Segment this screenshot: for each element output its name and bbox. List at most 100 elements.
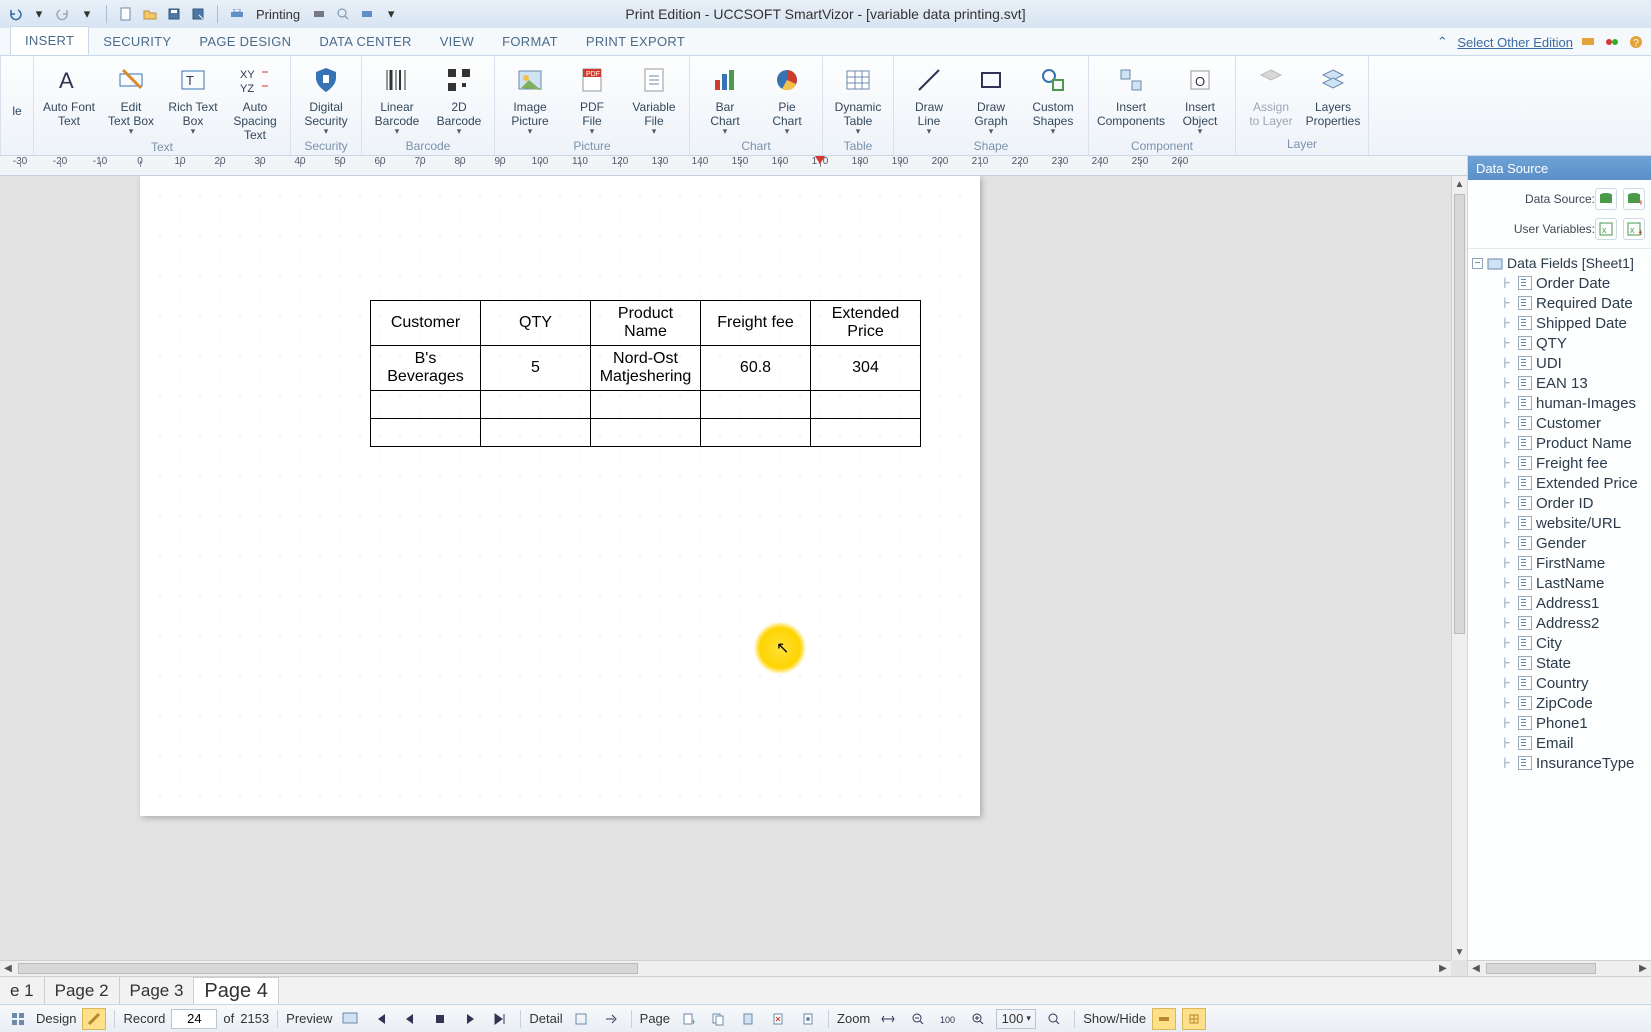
edit-textbox-button[interactable]: Edit Text Box [102,60,160,137]
page-tab-1[interactable]: e 1 [0,977,45,1004]
select-edition-link[interactable]: Select Other Edition [1457,35,1573,50]
2d-barcode-button[interactable]: 2D Barcode [430,60,488,137]
field-item[interactable]: ⊦EAN 13 [1500,373,1651,393]
table-cell[interactable]: B's Beverages [371,346,481,391]
hscroll-thumb[interactable] [18,963,638,974]
field-item[interactable]: ⊦Order Date [1500,273,1651,293]
panel-hscroll[interactable]: ◀ ▶ [1468,960,1651,976]
table-cell[interactable] [701,391,811,419]
page-delete-icon[interactable] [766,1008,790,1030]
edition-color-icon[interactable] [1603,33,1621,51]
pdf-file-button[interactable]: PDFPDF File [563,60,621,137]
scroll-right-icon[interactable]: ▶ [1435,961,1451,976]
design-surface[interactable]: CustomerQTYProduct NameFreight feeExtend… [0,176,1451,960]
datasource-db-icon[interactable] [1595,188,1617,210]
tab-view[interactable]: VIEW [426,28,488,55]
uservar-edit-icon[interactable]: x [1595,218,1617,240]
panel-scroll-right-icon[interactable]: ▶ [1635,963,1651,974]
page-tab-2[interactable]: Page 2 [45,977,120,1004]
table-header[interactable]: Customer [371,301,481,346]
print-setup-icon[interactable] [310,5,328,23]
tab-security[interactable]: SECURITY [89,28,185,55]
new-doc-icon[interactable] [117,5,135,23]
dynamic-table-button[interactable]: Dynamic Table [829,60,887,137]
custom-shapes-button[interactable]: Custom Shapes [1024,60,1082,137]
table-cell[interactable]: 5 [481,346,591,391]
field-item[interactable]: ⊦Required Date [1500,293,1651,313]
field-item[interactable]: ⊦State [1500,653,1651,673]
nav-last-icon[interactable] [488,1008,512,1030]
draw-graph-button[interactable]: Draw Graph [962,60,1020,137]
tab-print-export[interactable]: PRINT EXPORT [572,28,699,55]
layers-properties-button[interactable]: Layers Properties [1304,60,1362,128]
redo-icon[interactable] [54,5,72,23]
horizontal-ruler[interactable]: -30-20-100102030405060708090100110120130… [0,156,1467,176]
table-header[interactable]: Extended Price [811,301,921,346]
preview-screen-icon[interactable] [338,1008,362,1030]
open-doc-icon[interactable] [141,5,159,23]
table-row[interactable]: B's Beverages5Nord-Ost Matjeshering60.83… [371,346,921,391]
data-table[interactable]: CustomerQTYProduct NameFreight feeExtend… [370,300,921,447]
zoom-fit-icon[interactable] [876,1008,900,1030]
scroll-down-icon[interactable]: ▼ [1452,944,1467,960]
auto-font-text-button[interactable]: AAuto Font Text [40,60,98,128]
scroll-left-icon[interactable]: ◀ [0,961,16,976]
table-row[interactable] [371,419,921,447]
edition-help-icon[interactable]: ? [1627,33,1645,51]
field-item[interactable]: ⊦Phone1 [1500,713,1651,733]
table-cell[interactable]: 304 [811,346,921,391]
page-add-icon[interactable]: + [676,1008,700,1030]
table-header[interactable]: Product Name [591,301,701,346]
field-item[interactable]: ⊦Email [1500,733,1651,753]
record-number-input[interactable] [171,1009,217,1029]
table-cell[interactable] [481,391,591,419]
linear-barcode-button[interactable]: Linear Barcode [368,60,426,137]
table-cell[interactable]: 60.8 [701,346,811,391]
btn-le[interactable]: le [7,60,27,118]
vertical-scrollbar[interactable]: ▲ ▼ [1451,176,1467,960]
tree-root[interactable]: − Data Fields [Sheet1] [1472,253,1651,273]
table-cell[interactable] [811,391,921,419]
hscroll-track[interactable] [16,961,1435,976]
field-item[interactable]: ⊦Gender [1500,533,1651,553]
tab-format[interactable]: FORMAT [488,28,572,55]
tab-insert[interactable]: INSERT [10,26,89,55]
qat-customize-icon[interactable]: ▾ [382,5,400,23]
scroll-up-icon[interactable]: ▲ [1452,176,1467,192]
showhide-ruler-button[interactable] [1152,1008,1176,1030]
zoom-value-combo[interactable]: 100 [996,1009,1036,1029]
uservar-add-icon[interactable]: x+ [1623,218,1645,240]
panel-scroll-left-icon[interactable]: ◀ [1468,963,1484,974]
field-item[interactable]: ⊦ZipCode [1500,693,1651,713]
page-canvas[interactable]: CustomerQTYProduct NameFreight feeExtend… [140,176,980,816]
bar-chart-button[interactable]: Bar Chart [696,60,754,137]
assign-to-layer-button[interactable]: Assign to Layer [1242,60,1300,128]
field-item[interactable]: ⊦Address2 [1500,613,1651,633]
digital-security-button[interactable]: Digital Security [297,60,355,137]
zoom-in-icon[interactable] [966,1008,990,1030]
table-cell[interactable] [701,419,811,447]
nav-next-icon[interactable] [458,1008,482,1030]
field-item[interactable]: ⊦human-Images [1500,393,1651,413]
tab-data-center[interactable]: DATA CENTER [305,28,425,55]
table-header[interactable]: Freight fee [701,301,811,346]
field-item[interactable]: ⊦Shipped Date [1500,313,1651,333]
field-item[interactable]: ⊦Freight fee [1500,453,1651,473]
minimize-ribbon-icon[interactable]: ⌃ [1433,33,1451,51]
image-picture-button[interactable]: Image Picture [501,60,559,137]
table-row[interactable] [371,391,921,419]
page-export-icon[interactable] [736,1008,760,1030]
table-cell[interactable] [371,391,481,419]
insert-object-button[interactable]: OInsert Object [1171,60,1229,137]
draw-line-button[interactable]: Draw Line [900,60,958,137]
save-icon[interactable] [165,5,183,23]
page-tab-4[interactable]: Page 4 [194,977,278,1004]
field-item[interactable]: ⊦QTY [1500,333,1651,353]
panel-hscroll-thumb[interactable] [1486,963,1596,974]
table-cell[interactable] [481,419,591,447]
ruler-marker-icon[interactable] [815,156,825,164]
field-item[interactable]: ⊦Product Name [1500,433,1651,453]
datasource-add-icon[interactable]: + [1623,188,1645,210]
field-item[interactable]: ⊦City [1500,633,1651,653]
nav-first-icon[interactable] [368,1008,392,1030]
